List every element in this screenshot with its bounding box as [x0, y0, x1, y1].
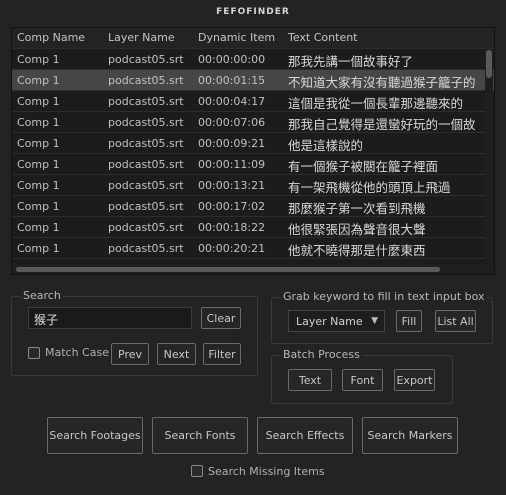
header-dynamic-item[interactable]: Dynamic Item	[198, 31, 275, 44]
cell-comp-name: Comp 1	[17, 242, 60, 255]
app-logo: FEFOFINDER	[216, 7, 290, 17]
cell-comp-name: Comp 1	[17, 158, 60, 171]
list-all-button[interactable]: List All	[435, 310, 476, 332]
cell-text-content: 不知道大家有沒有聽過猴子籠子的	[288, 75, 476, 90]
batch-export-button[interactable]: Export	[394, 369, 435, 391]
search-missing-items-checkbox[interactable]	[191, 465, 203, 477]
cell-layer-name: podcast05.srt	[108, 158, 184, 171]
table-row[interactable]: Comp 1 podcast05.srt 00:00:07:06 那我自己覺得是還蠻好…	[12, 111, 494, 132]
cell-dynamic-item: 00:00:04:17	[198, 95, 266, 108]
cell-dynamic-item: 00:00:07:06	[198, 116, 266, 129]
cell-layer-name: podcast05.srt	[108, 242, 184, 255]
cell-layer-name: podcast05.srt	[108, 116, 184, 129]
next-button[interactable]: Next	[157, 343, 196, 365]
search-footages-button[interactable]: Search Footages	[47, 417, 143, 454]
search-panel: Search 猴子 Clear Match Case Prev Next Fil…	[11, 289, 258, 376]
cell-comp-name: Comp 1	[17, 179, 60, 192]
search-input[interactable]: 猴子	[28, 307, 192, 329]
match-case-checkbox[interactable]	[28, 347, 40, 359]
cell-text-content: 他很緊張因為聲音很大聲	[288, 222, 426, 237]
fill-button[interactable]: Fill	[396, 310, 422, 332]
filter-button[interactable]: Filter	[203, 343, 241, 365]
chevron-down-icon: ▼	[371, 316, 378, 326]
cell-comp-name: Comp 1	[17, 116, 60, 129]
cell-dynamic-item: 00:00:00:00	[198, 53, 266, 66]
header-comp-name[interactable]: Comp Name	[17, 31, 85, 44]
cell-text-content: 那我先講一個故事好了	[288, 54, 414, 69]
grab-keyword-panel: Grab keyword to fill in text input box L…	[271, 290, 493, 344]
vertical-scrollbar[interactable]	[485, 50, 493, 262]
table-row[interactable]: Comp 1 podcast05.srt 00:00:04:17 這個是我從一個長輩那…	[12, 90, 494, 111]
batch-font-button[interactable]: Font	[342, 369, 383, 391]
cell-layer-name: podcast05.srt	[108, 74, 184, 87]
cell-dynamic-item: 00:00:09:21	[198, 137, 266, 150]
cell-dynamic-item: 00:00:18:22	[198, 221, 266, 234]
table-row[interactable]: Comp 1 podcast05.srt 00:00:17:02 那麼猴子第一次看到飛…	[12, 195, 494, 216]
search-panel-title: Search	[21, 289, 63, 302]
table-header: Comp Name Layer Name Dynamic Item Text C…	[12, 28, 494, 48]
cell-layer-name: podcast05.srt	[108, 200, 184, 213]
header-layer-name[interactable]: Layer Name	[108, 31, 175, 44]
cell-comp-name: Comp 1	[17, 200, 60, 213]
table-row[interactable]: Comp 1 podcast05.srt 00:00:09:21 他是這樣說的	[12, 132, 494, 153]
cell-comp-name: Comp 1	[17, 137, 60, 150]
cell-text-content: 這個是我從一個長輩那邊聽來的	[288, 96, 464, 111]
vertical-scroll-thumb[interactable]	[486, 50, 492, 78]
match-case-label: Match Case	[45, 346, 109, 359]
cell-comp-name: Comp 1	[17, 74, 60, 87]
cell-comp-name: Comp 1	[17, 95, 60, 108]
grab-source-value: Layer Name	[296, 315, 363, 328]
cell-text-content: 有一個猴子被關在籠子裡面	[288, 159, 439, 174]
header-text-content[interactable]: Text Content	[288, 31, 358, 44]
cell-layer-name: podcast05.srt	[108, 95, 184, 108]
cell-comp-name: Comp 1	[17, 53, 60, 66]
search-markers-button[interactable]: Search Markers	[362, 417, 458, 454]
grab-keyword-title: Grab keyword to fill in text input box	[281, 290, 487, 303]
batch-process-title: Batch Process	[281, 348, 362, 361]
cell-layer-name: podcast05.srt	[108, 221, 184, 234]
cell-dynamic-item: 00:00:17:02	[198, 200, 266, 213]
prev-button[interactable]: Prev	[111, 343, 149, 365]
table-row[interactable]: Comp 1 podcast05.srt 00:00:00:00 那我先講一個故事好了	[12, 48, 494, 69]
cell-text-content: 有一架飛機從他的頭頂上飛過	[288, 180, 451, 195]
cell-dynamic-item: 00:00:13:21	[198, 179, 266, 192]
cell-layer-name: podcast05.srt	[108, 137, 184, 150]
results-table: Comp Name Layer Name Dynamic Item Text C…	[11, 27, 495, 275]
batch-text-button[interactable]: Text	[288, 369, 332, 391]
cell-dynamic-item: 00:00:20:21	[198, 242, 266, 255]
cell-text-content: 那我自己覺得是還蠻好玩的一個故	[288, 117, 476, 132]
horizontal-scroll-thumb[interactable]	[16, 267, 440, 272]
table-row[interactable]: Comp 1 podcast05.srt 00:00:11:09 有一個猴子被關在籠子…	[12, 153, 494, 174]
search-fonts-button[interactable]: Search Fonts	[152, 417, 248, 454]
cell-text-content: 那麼猴子第一次看到飛機	[288, 201, 426, 216]
horizontal-scrollbar[interactable]	[12, 265, 494, 274]
cell-dynamic-item: 00:00:11:09	[198, 158, 266, 171]
cell-comp-name: Comp 1	[17, 221, 60, 234]
clear-button[interactable]: Clear	[201, 307, 241, 329]
table-row[interactable]: Comp 1 podcast05.srt 00:00:18:22 他很緊張因為聲音很大…	[12, 216, 494, 237]
table-row[interactable]: Comp 1 podcast05.srt 00:00:13:21 有一架飛機從他的頭頂…	[12, 174, 494, 195]
table-row[interactable]: Comp 1 podcast05.srt 00:00:01:15 不知道大家有沒有聽過…	[12, 69, 494, 90]
cell-layer-name: podcast05.srt	[108, 179, 184, 192]
cell-text-content: 他是這樣說的	[288, 138, 364, 153]
search-missing-items-label: Search Missing Items	[208, 465, 325, 478]
table-row[interactable]: Comp 1 podcast05.srt 00:00:20:21 他就不曉得那是什麼東…	[12, 237, 494, 258]
batch-process-panel: Batch Process Text Font Export	[271, 348, 453, 404]
cell-text-content: 他就不曉得那是什麼東西	[288, 243, 426, 258]
grab-source-select[interactable]: Layer Name ▼	[288, 310, 385, 332]
cell-dynamic-item: 00:00:01:15	[198, 74, 266, 87]
cell-layer-name: podcast05.srt	[108, 53, 184, 66]
search-effects-button[interactable]: Search Effects	[257, 417, 353, 454]
